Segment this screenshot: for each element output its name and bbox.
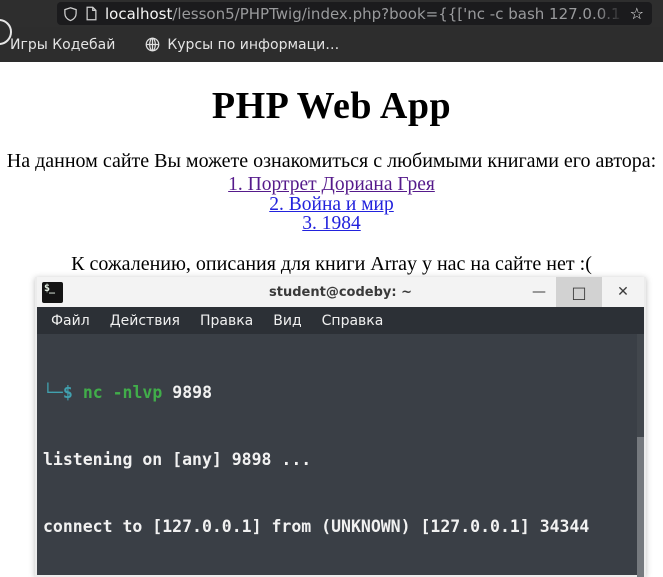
terminal-line: listening on [any] 9898 ... xyxy=(43,450,312,470)
error-message: К сожалению, описания для книги Array у … xyxy=(71,252,592,275)
terminal-titlebar[interactable]: $_ student@codeby: ~ — □ ✕ xyxy=(37,277,644,307)
browser-toolbar: localhost/lesson5/PHPTwig/index.php?book… xyxy=(0,0,663,45)
shell-command: nc -nlvp xyxy=(82,382,163,402)
book-link-2[interactable]: 2. Война и мир xyxy=(0,194,663,215)
terminal-line: connect to [127.0.0.1] from (UNKNOWN) [1… xyxy=(43,517,590,537)
minimize-icon: — xyxy=(532,284,546,300)
globe-icon xyxy=(145,37,160,52)
url-fade xyxy=(596,4,623,23)
scrollbar-thumb[interactable] xyxy=(637,437,644,577)
menu-help[interactable]: Справка xyxy=(312,313,394,329)
menu-edit[interactable]: Правка xyxy=(190,313,263,329)
book-link-1[interactable]: 1. Портрет Дориана Грея xyxy=(0,175,663,195)
close-icon: ✕ xyxy=(617,284,629,300)
bookmark-star-icon[interactable]: ☆ xyxy=(630,5,646,22)
maximize-button[interactable]: □ xyxy=(556,277,602,307)
intro-text: На данном сайте Вы можете ознакомиться с… xyxy=(6,150,657,172)
page-title: PHP Web App xyxy=(211,85,452,127)
page-info-icon[interactable] xyxy=(85,6,98,21)
terminal-app-icon: $_ xyxy=(42,281,63,303)
maximize-icon: □ xyxy=(571,282,587,302)
terminal-menubar: Файл Действия Правка Вид Справка xyxy=(37,307,644,334)
minimize-button[interactable]: — xyxy=(522,277,556,307)
menu-actions[interactable]: Действия xyxy=(100,313,190,329)
web-page: PHP Web App На данном сайте Вы можете оз… xyxy=(0,84,663,276)
terminal-output[interactable]: └─$ nc -nlvp 9898 listening on [any] 9898 … xyxy=(37,334,644,577)
bookmark-item-courses[interactable]: Курсы по информаци… xyxy=(145,37,339,53)
url-domain: localhost xyxy=(105,4,173,23)
shell-prompt: └─$ xyxy=(43,382,73,402)
bookmarks-bar: Игры Кодебай Курсы по информаци… xyxy=(0,27,663,62)
window-controls: — □ ✕ xyxy=(522,277,644,307)
terminal-scrollbar[interactable] xyxy=(637,334,644,577)
terminal-window: $_ student@codeby: ~ — □ ✕ Файл Действия… xyxy=(35,277,646,577)
terminal-prompt-line: └─$ nc -nlvp 9898 xyxy=(43,382,630,404)
bookmark-label: Курсы по информаци… xyxy=(167,36,340,53)
shield-icon[interactable] xyxy=(63,6,78,22)
url-path: /lesson5/PHPTwig/index.php?book={{['nc -… xyxy=(172,4,623,23)
book-link-3[interactable]: 3. 1984 xyxy=(0,214,663,234)
menu-view[interactable]: Вид xyxy=(263,313,311,329)
url-text[interactable]: localhost/lesson5/PHPTwig/index.php?book… xyxy=(105,4,623,23)
book-links: 1. Портрет Дориана Грея 2. Война и мир 3… xyxy=(0,175,663,234)
url-bar[interactable]: localhost/lesson5/PHPTwig/index.php?book… xyxy=(57,2,652,25)
close-button[interactable]: ✕ xyxy=(602,277,644,307)
shell-argument: 9898 xyxy=(172,382,213,402)
bookmark-label: Игры Кодебай xyxy=(10,36,116,53)
bookmark-item-codeby[interactable]: Игры Кодебай xyxy=(10,37,115,53)
menu-file[interactable]: Файл xyxy=(41,313,100,329)
